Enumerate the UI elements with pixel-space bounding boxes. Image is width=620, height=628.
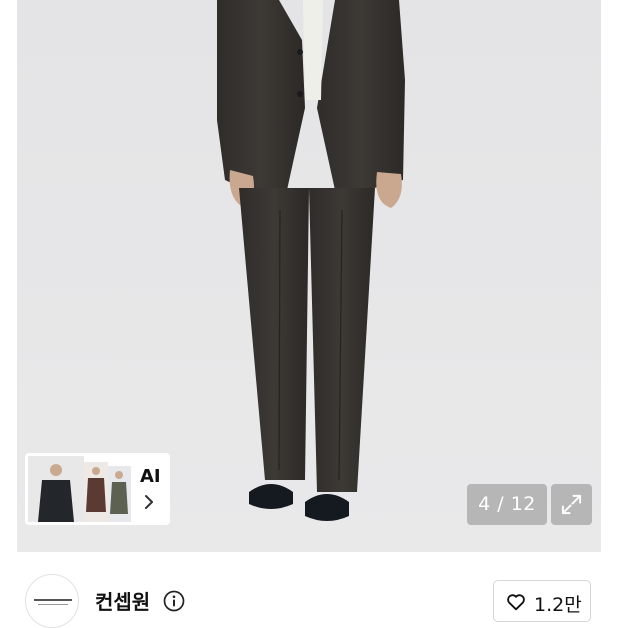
ai-outfit-thumbnails bbox=[28, 456, 131, 522]
ai-label: AI bbox=[140, 466, 161, 487]
expand-arrows-icon bbox=[561, 494, 582, 515]
chevron-right-icon[interactable] bbox=[142, 493, 156, 511]
seller-name[interactable]: 컨셉원 bbox=[95, 586, 150, 615]
image-page-counter: 4 / 12 bbox=[467, 484, 547, 525]
seller-row: 컨셉원 1.2만 bbox=[0, 552, 620, 628]
info-circle-icon[interactable] bbox=[163, 590, 185, 612]
expand-button[interactable] bbox=[551, 484, 592, 525]
ai-recommendation-card[interactable] bbox=[25, 453, 170, 525]
like-button[interactable]: 1.2만 bbox=[493, 580, 591, 622]
like-count: 1.2만 bbox=[534, 594, 582, 616]
heart-outline-icon bbox=[507, 594, 525, 611]
concept-one-logo bbox=[34, 599, 72, 605]
